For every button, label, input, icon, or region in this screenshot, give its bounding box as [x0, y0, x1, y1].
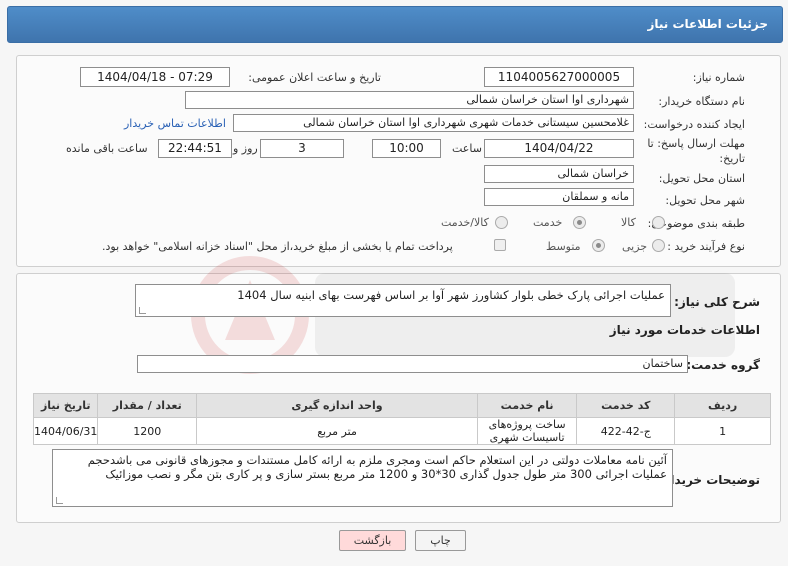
cell-service-name: ساخت پروژه‌های تاسیسات شهری	[476, 417, 578, 445]
category-option-goods-service: کالا/خدمت	[441, 216, 489, 229]
deadline-date-field[interactable]: 1404/04/22	[484, 139, 634, 158]
category-radio-service[interactable]	[573, 216, 586, 229]
table-header-row: ردیف کد خدمت نام خدمت واحد اندازه گیری ت…	[32, 393, 771, 418]
col-header-need-date: تاریخ نیاز	[32, 393, 99, 418]
buyer-contact-link[interactable]: اطلاعات تماس خریدار	[124, 117, 226, 130]
purchase-option-minor: جزیی	[622, 240, 648, 253]
purchase-type-label: نوع فرآیند خرید :	[667, 240, 745, 253]
deadline-time-field[interactable]: 10:00	[372, 139, 441, 158]
province-field[interactable]: خراسان شمالی	[484, 165, 634, 183]
buyer-notes-text: آئین نامه معاملات دولتی در این استعلام ح…	[87, 453, 667, 481]
buyer-notes-label: توضیحات خریدار:	[658, 473, 760, 487]
purchase-radio-medium[interactable]	[592, 239, 605, 252]
need-number-field[interactable]: 1104005627000005	[484, 67, 634, 87]
col-header-unit: واحد اندازه گیری	[196, 393, 478, 418]
treasury-note: پرداخت تمام یا بخشی از مبلغ خرید،از محل …	[102, 240, 453, 253]
deadline-time-label: ساعت	[452, 142, 482, 155]
requester-label: ایجاد کننده درخواست:	[643, 118, 745, 131]
days-label: روز و	[233, 142, 258, 155]
days-remaining-field[interactable]: 3	[260, 139, 344, 158]
purchase-radio-minor[interactable]	[652, 239, 665, 252]
summary-text: عملیات اجرائی پارک خطی بلوار کشاورز شهر …	[237, 288, 665, 302]
cell-row-number: 1	[674, 417, 771, 445]
announce-datetime-label: تاریخ و ساعت اعلان عمومی:	[248, 71, 381, 84]
category-radio-goods-service[interactable]	[495, 216, 508, 229]
page-header: جزئیات اطلاعات نیاز	[7, 6, 783, 43]
services-section-title: اطلاعات خدمات مورد نیاز	[609, 323, 760, 337]
category-option-goods: کالا	[621, 216, 636, 229]
services-table: ردیف کد خدمت نام خدمت واحد اندازه گیری ت…	[32, 393, 771, 445]
cell-quantity: 1200	[97, 417, 198, 445]
summary-textarea[interactable]: عملیات اجرائی پارک خطی بلوار کشاورز شهر …	[135, 284, 671, 317]
announce-datetime-field[interactable]: 1404/04/18 - 07:29	[80, 67, 230, 87]
remaining-time-field[interactable]: 22:44:51	[158, 139, 232, 158]
requester-field[interactable]: غلامحسین سیستانی خدمات شهری شهرداری اوا …	[233, 114, 634, 132]
cell-service-code: ج-42-422	[576, 417, 676, 445]
buyer-org-field[interactable]: شهرداری اوا استان خراسان شمالی	[185, 91, 634, 109]
print-button[interactable]: چاپ	[415, 530, 466, 551]
service-group-field[interactable]: ساختمان	[137, 355, 688, 373]
table-row[interactable]: 1 ج-42-422 ساخت پروژه‌های تاسیسات شهری م…	[32, 417, 771, 445]
back-button[interactable]: بازگشت	[339, 530, 406, 551]
col-header-service-name: نام خدمت	[476, 393, 578, 418]
remaining-time-label: ساعت باقی مانده	[66, 142, 148, 155]
city-field[interactable]: مانه و سملقان	[484, 188, 634, 206]
service-group-label: گروه خدمت:	[686, 358, 760, 372]
treasury-checkbox[interactable]	[494, 239, 506, 251]
buyer-notes-textarea[interactable]: آئین نامه معاملات دولتی در این استعلام ح…	[52, 449, 673, 507]
cell-need-date: 1404/06/31	[32, 417, 99, 445]
category-option-service: خدمت	[533, 216, 563, 229]
summary-label: شرح کلی نیاز:	[674, 295, 760, 309]
page-title: جزئیات اطلاعات نیاز	[647, 17, 768, 31]
resize-handle-icon[interactable]	[139, 307, 146, 314]
province-label: استان محل تحویل:	[658, 172, 745, 185]
buyer-org-label: نام دستگاه خریدار:	[658, 95, 745, 108]
purchase-option-medium: متوسط	[546, 240, 581, 253]
deadline-label: مهلت ارسال پاسخ: تا	[647, 137, 745, 150]
cell-unit: متر مربع	[196, 417, 478, 445]
city-label: شهر محل تحویل:	[665, 194, 745, 207]
category-radio-goods[interactable]	[652, 216, 665, 229]
need-number-label: شماره نیاز:	[692, 71, 745, 84]
col-header-quantity: تعداد / مقدار	[97, 393, 198, 418]
deadline-date-label: تاریخ:	[719, 152, 745, 165]
col-header-row-number: ردیف	[674, 393, 771, 418]
resize-handle-icon[interactable]	[56, 497, 63, 504]
col-header-service-code: کد خدمت	[576, 393, 676, 418]
